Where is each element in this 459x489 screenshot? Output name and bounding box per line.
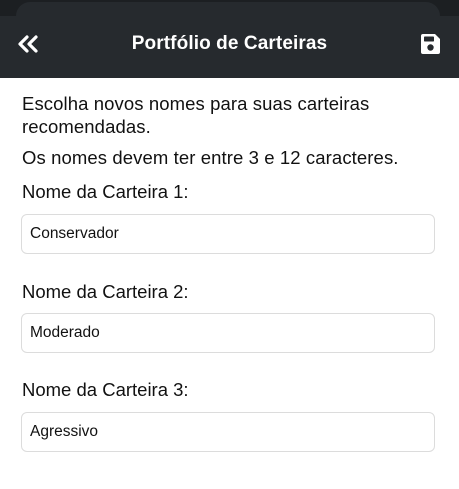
wallet-1-label: Nome da Carteira 1: — [22, 181, 189, 202]
name-length-rule: Os nomes devem ter entre 3 e 12 caracter… — [22, 147, 399, 168]
save-button[interactable] — [416, 30, 444, 58]
wallet-names-screen: Portfólio de Carteiras Escolha novos nom… — [0, 0, 459, 489]
double-chevron-left-icon — [18, 35, 38, 53]
wallet-2-label: Nome da Carteira 2: — [22, 281, 189, 302]
wallet-3-label: Nome da Carteira 3: — [22, 379, 189, 400]
app-header: Portfólio de Carteiras — [0, 0, 459, 78]
wallet-2-name-input[interactable] — [21, 313, 435, 353]
intro-text: Escolha novos nomes para suas carteiras … — [22, 93, 370, 137]
page-title: Portfólio de Carteiras — [131, 33, 328, 54]
wallet-1-name-input[interactable] — [21, 214, 435, 254]
wallet-3-name-input[interactable] — [21, 412, 435, 452]
back-button[interactable] — [14, 31, 42, 57]
intro-section: Escolha novos nomes para suas carteiras … — [22, 92, 442, 169]
floppy-disk-icon — [421, 34, 440, 54]
header-top-cutout — [16, 2, 440, 18]
